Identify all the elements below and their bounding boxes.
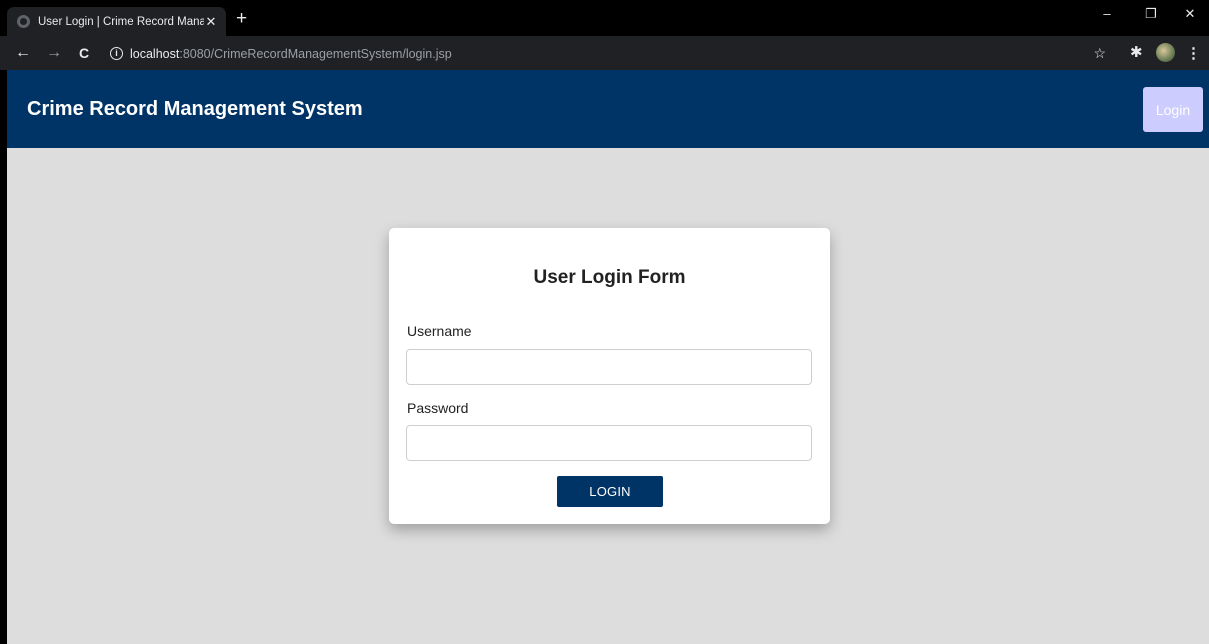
tab-title: User Login | Crime Record Manag [38,15,204,28]
header-login-link[interactable]: Login [1143,87,1203,132]
extensions-icon[interactable]: ✱ [1130,43,1143,61]
form-title: User Login Form [533,267,686,288]
restore-icon[interactable]: ❐ [1141,6,1161,22]
login-form-card: User Login Form Username Password LOGIN [389,228,830,524]
bookmark-star-icon[interactable]: ☆ [1093,45,1106,62]
profile-avatar[interactable] [1156,43,1175,62]
browser-tab[interactable]: User Login | Crime Record Manag ✕ [7,7,226,36]
page-content: Crime Record Management System Login Use… [7,70,1209,644]
back-icon[interactable]: ← [13,43,33,63]
forward-icon[interactable]: → [44,43,64,63]
username-input[interactable] [406,349,812,385]
site-title: Crime Record Management System [27,98,363,120]
site-header: Crime Record Management System Login [7,70,1209,148]
new-tab-icon[interactable]: + [236,9,247,29]
info-icon[interactable]: i [110,47,123,60]
minimize-icon[interactable]: – [1097,6,1117,21]
window-close-icon[interactable]: ✕ [1180,6,1200,22]
url-host: localhost [130,46,180,61]
close-tab-icon[interactable]: ✕ [204,14,218,30]
url-path: :8080/CrimeRecordManagementSystem/login.… [179,46,452,61]
password-input[interactable] [406,425,812,461]
login-button[interactable]: LOGIN [557,476,663,507]
username-label: Username [407,323,472,339]
address-bar[interactable]: i localhost :8080/CrimeRecordManagementS… [103,42,1116,65]
browser-tab-bar: User Login | Crime Record Manag ✕ + – ❐ … [0,0,1209,36]
reload-icon[interactable]: C [74,43,94,63]
globe-icon [17,15,30,28]
browser-menu-icon[interactable]: ⋮ [1186,44,1201,62]
password-label: Password [407,400,469,416]
